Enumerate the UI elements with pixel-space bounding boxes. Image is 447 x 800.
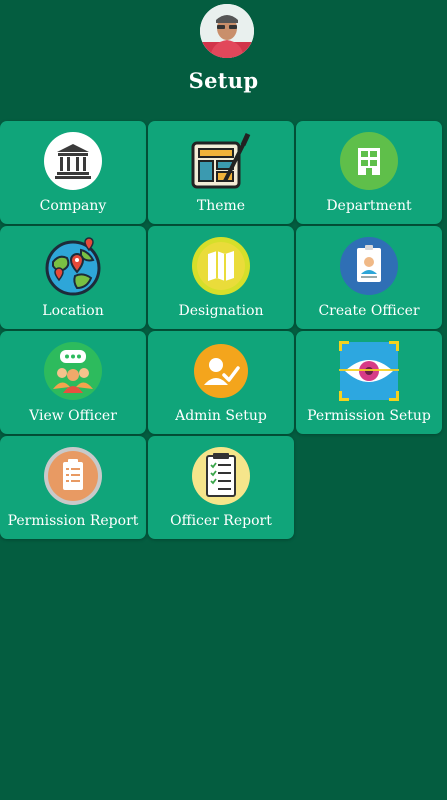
tile-label: Location [42, 303, 104, 319]
clipboard-icon [43, 446, 103, 506]
id-badge-icon [339, 236, 399, 296]
tile-label: Company [39, 198, 107, 214]
tile-label: Theme [196, 198, 246, 214]
building-icon [339, 131, 399, 191]
tile-label: Permission Setup [307, 408, 431, 424]
tile-label: Permission Report [7, 513, 139, 529]
theme-tile[interactable]: Theme [148, 121, 294, 224]
page-title: Setup [188, 68, 259, 93]
checklist-icon [191, 446, 251, 506]
department-tile[interactable]: Department [296, 121, 442, 224]
tile-label: Admin Setup [175, 408, 267, 424]
location-tile[interactable]: Location [0, 226, 146, 329]
admin-setup-tile[interactable]: Admin Setup [148, 331, 294, 434]
map-icon [191, 236, 251, 296]
setup-grid: Company Theme Department Location Design… [0, 121, 447, 541]
user-check-icon [191, 341, 251, 401]
tile-label: View Officer [29, 408, 117, 424]
user-avatar[interactable] [200, 4, 254, 58]
officer-report-tile[interactable]: Officer Report [148, 436, 294, 539]
eye-scan-icon [338, 340, 400, 402]
company-tile[interactable]: Company [0, 121, 146, 224]
tile-label: Create Officer [318, 303, 420, 319]
palette-icon [191, 131, 251, 191]
tile-label: Officer Report [170, 513, 272, 529]
tile-label: Department [326, 198, 412, 214]
globe-pin-icon [43, 236, 103, 296]
bank-icon [43, 131, 103, 191]
designation-tile[interactable]: Designation [148, 226, 294, 329]
users-chat-icon [43, 341, 103, 401]
create-officer-tile[interactable]: Create Officer [296, 226, 442, 329]
tile-label: Designation [178, 303, 264, 319]
view-officer-tile[interactable]: View Officer [0, 331, 146, 434]
permission-setup-tile[interactable]: Permission Setup [296, 331, 442, 434]
permission-report-tile[interactable]: Permission Report [0, 436, 146, 539]
